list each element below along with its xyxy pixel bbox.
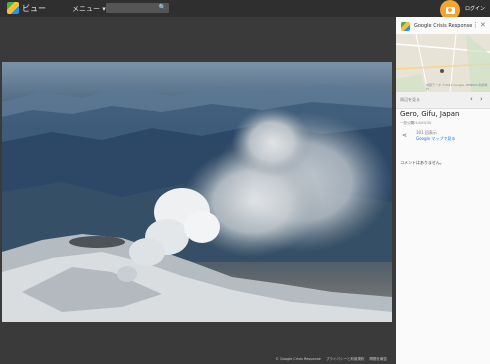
- comments-status: コメントはありません。: [400, 160, 444, 165]
- place-title: Gero, Gifu, Japan: [400, 110, 460, 118]
- photo-footer: © Google Crisis Response プライバシーと利用規約 問題を…: [271, 357, 387, 362]
- search-input[interactable]: 🔍: [106, 3, 169, 13]
- location-map[interactable]: 地図データ ©2014 Google, ZENRIN 利用規約: [396, 34, 490, 92]
- nearby-bar: 周辺を見る ‹ ›: [396, 92, 490, 109]
- top-bar: ビュー メニュー ▾ 🔍 ログイン: [0, 0, 490, 20]
- more-options-icon[interactable]: ⋮: [472, 21, 479, 29]
- chevron-down-icon: ▾: [100, 5, 106, 13]
- view-on-maps-link[interactable]: Google マップで見る: [416, 136, 455, 142]
- map-caption: 地図データ ©2014 Google, ZENRIN 利用規約: [426, 83, 488, 91]
- report-link[interactable]: 問題を報告: [370, 357, 388, 361]
- publisher-name[interactable]: Google Crisis Response: [414, 23, 472, 29]
- nearby-label[interactable]: 周辺を見る: [400, 97, 420, 103]
- publisher-avatar[interactable]: [401, 22, 410, 31]
- menu-label: メニュー: [72, 5, 100, 13]
- chevron-right-icon[interactable]: ›: [480, 95, 483, 103]
- search-icon[interactable]: 🔍: [159, 4, 166, 11]
- close-icon[interactable]: ✕: [480, 21, 486, 29]
- volcano-eruption-image: [2, 84, 392, 322]
- login-button[interactable]: ログイン: [465, 5, 485, 12]
- info-panel: Google Crisis Response ⋮ ✕ 地図データ ©2014 G…: [396, 17, 490, 364]
- views-logo-icon[interactable]: [7, 2, 19, 14]
- copyright-text: © Google Crisis Response: [275, 357, 321, 361]
- panorama-photo[interactable]: [2, 62, 392, 322]
- app-title[interactable]: ビュー: [22, 3, 46, 14]
- location-marker-icon: [440, 69, 444, 73]
- share-icon[interactable]: ⋖: [402, 132, 407, 139]
- chevron-left-icon[interactable]: ‹: [470, 95, 473, 103]
- published-date: 2014/09/30: [411, 121, 432, 125]
- menu-button[interactable]: メニュー ▾: [72, 4, 106, 14]
- camera-icon: [445, 6, 455, 14]
- privacy-link[interactable]: プライバシーと利用規約: [326, 357, 364, 361]
